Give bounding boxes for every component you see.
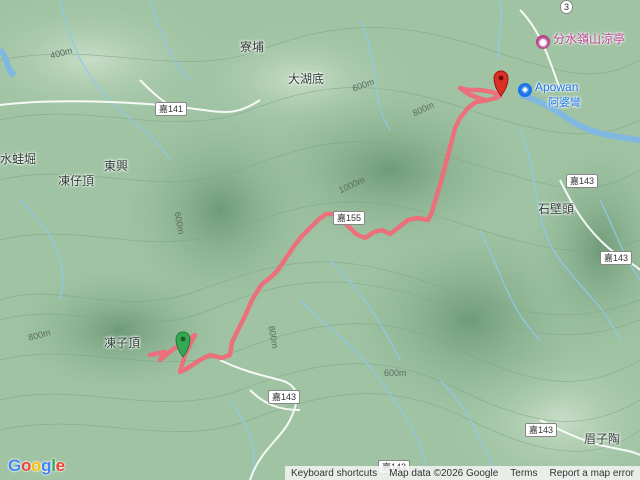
place-shibitou[interactable]: 石壁頭	[538, 200, 574, 217]
map-data-text: Map data ©2026 Google	[389, 467, 499, 479]
place-dongzaiding[interactable]: 凍仔頂	[58, 172, 94, 189]
place-shuiwadi[interactable]: 水蛙堀	[0, 150, 36, 167]
road-shield-3: 3	[560, 0, 574, 14]
poi-fenshui-pavilion[interactable]: ◉ 分水嶺山涼亭	[536, 30, 625, 49]
camera-icon: ◉	[536, 35, 550, 49]
road-shield-141: 嘉141	[155, 102, 188, 116]
google-logo: Google	[8, 456, 65, 475]
terms-link[interactable]: Terms	[504, 468, 543, 479]
road-shield-155: 嘉155	[333, 211, 366, 225]
attribution-bar: Keyboard shortcuts Map data ©2026 Google…	[284, 466, 640, 480]
poi-apowan-label-zh: 阿婆彎	[548, 97, 581, 109]
place-dahudi[interactable]: 大湖底	[288, 70, 324, 87]
road-shield-143-b: 嘉143	[600, 251, 633, 265]
road-shield-143-a: 嘉143	[566, 174, 599, 188]
place-liaopu[interactable]: 寮埔	[240, 38, 264, 55]
place-donghsing[interactable]: 東興	[104, 157, 128, 174]
place-dongziding[interactable]: 凍子頂	[104, 334, 140, 351]
pin-icon: ✦	[518, 83, 532, 97]
elevation-label: 600m	[384, 368, 407, 378]
report-map-error-link[interactable]: Report a map error	[544, 468, 640, 479]
poi-fenshui-label: 分水嶺山涼亭	[553, 32, 626, 46]
road-shield-143-c: 嘉143	[268, 390, 301, 404]
keyboard-shortcuts-link[interactable]: Keyboard shortcuts	[285, 468, 383, 479]
road-shield-143-d: 嘉143	[525, 423, 558, 437]
poi-apowan-label-en: Apowan	[535, 80, 579, 94]
place-meizitao[interactable]: 眉子陶	[584, 430, 620, 447]
